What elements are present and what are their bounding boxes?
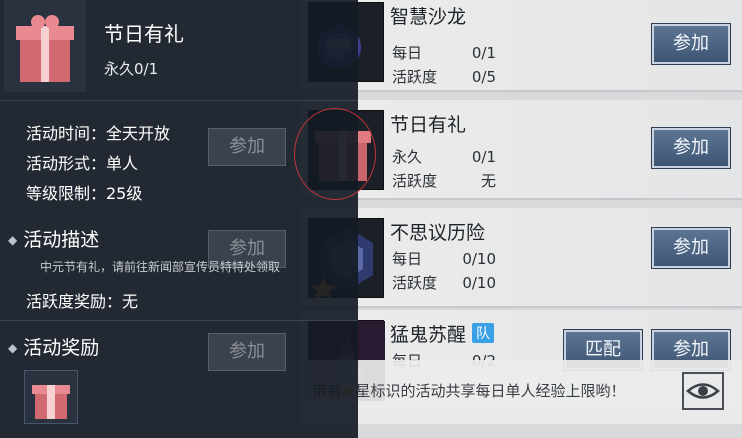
activity-name: 节日有礼 <box>390 114 467 136</box>
active-reward: 活跃度奖励：无 <box>26 292 139 311</box>
diamond-icon: ◆ <box>8 233 18 247</box>
diamond-icon: ◆ <box>8 341 18 355</box>
divider <box>0 100 358 101</box>
activity-screen: 智慧沙龙 每日 0/1 活跃度 0/5 参加 节日有礼 永久 0/1 活跃度 无… <box>0 0 742 438</box>
activity-detail-panel: 参加 参加 参加 节日有礼 永久0/1 活动时间：全天开放 活动形式：单人 等级… <box>0 0 358 438</box>
gift-box-icon <box>32 385 70 419</box>
activity-time: 活动时间：全天开放 <box>26 124 171 143</box>
footer-tip: 带有★星标识的活动共享每日单人经验上限哟！ <box>312 380 625 401</box>
activity-description: 中元节有礼，请前往新闻部宣传员特特处领取 <box>40 260 281 274</box>
eye-toggle-button[interactable] <box>682 372 724 410</box>
activity-activeness: 活跃度 0/5 <box>392 68 496 86</box>
activity-name: 不思议历险 <box>390 222 486 244</box>
join-button[interactable]: 参加 <box>652 128 730 168</box>
join-button[interactable]: 参加 <box>652 228 730 268</box>
team-badge: 队 <box>472 323 495 343</box>
desc-section-title: ◆ 活动描述 <box>8 229 100 251</box>
activity-count: 永久 0/1 <box>392 148 496 166</box>
panel-title: 节日有礼 <box>104 22 184 46</box>
reward-item[interactable] <box>24 370 78 424</box>
activity-count: 每日 0/10 <box>392 250 496 268</box>
activity-activeness: 活跃度 0/10 <box>392 274 496 292</box>
join-button: 参加 <box>208 333 286 371</box>
highlight-circle <box>294 108 376 200</box>
activity-row[interactable]: 智慧沙龙 每日 0/1 活跃度 0/5 参加 <box>300 0 742 92</box>
gift-box-icon <box>4 0 86 92</box>
activity-activeness: 活跃度无 <box>392 172 496 190</box>
eye-icon <box>686 383 720 399</box>
panel-subtitle: 永久0/1 <box>104 60 159 78</box>
activity-row[interactable]: 不思议历险 每日 0/10 活跃度 0/10 参加 <box>300 208 742 308</box>
activity-count: 每日 0/1 <box>392 44 496 62</box>
join-button[interactable]: 参加 <box>652 24 730 64</box>
join-button: 参加 <box>208 128 286 166</box>
activity-form: 活动形式：单人 <box>26 154 139 173</box>
divider <box>0 320 358 321</box>
footer-tip-bar: 带有★星标识的活动共享每日单人经验上限哟！ <box>300 360 742 424</box>
reward-section-title: ◆ 活动奖励 <box>8 337 100 359</box>
activity-name: 猛鬼苏醒队 <box>390 320 495 347</box>
activity-name: 智慧沙龙 <box>390 6 467 28</box>
level-limit: 等级限制：25级 <box>26 184 143 203</box>
